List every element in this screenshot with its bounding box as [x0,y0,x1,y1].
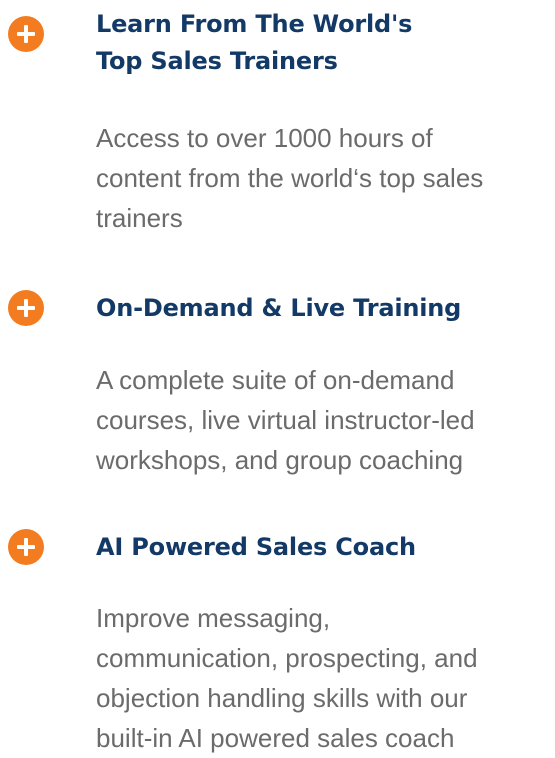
expand-button[interactable] [8,16,44,52]
expand-button[interactable] [8,529,44,565]
feature-title: AI Powered Sales Coach [96,533,416,561]
plus-icon [8,529,44,565]
feature-title: On-Demand & Live Training [96,294,462,322]
expand-button[interactable] [8,290,44,326]
plus-icon [8,290,44,326]
feature-description: Access to over 1000 hours of content fro… [96,123,484,233]
feature-description: A complete suite of on-demand courses, l… [96,365,475,475]
plus-icon [8,16,44,52]
feature-title: Learn From The World's Top Sales Trainer… [96,10,413,75]
feature-description: Improve messaging, communication, prospe… [96,603,478,753]
